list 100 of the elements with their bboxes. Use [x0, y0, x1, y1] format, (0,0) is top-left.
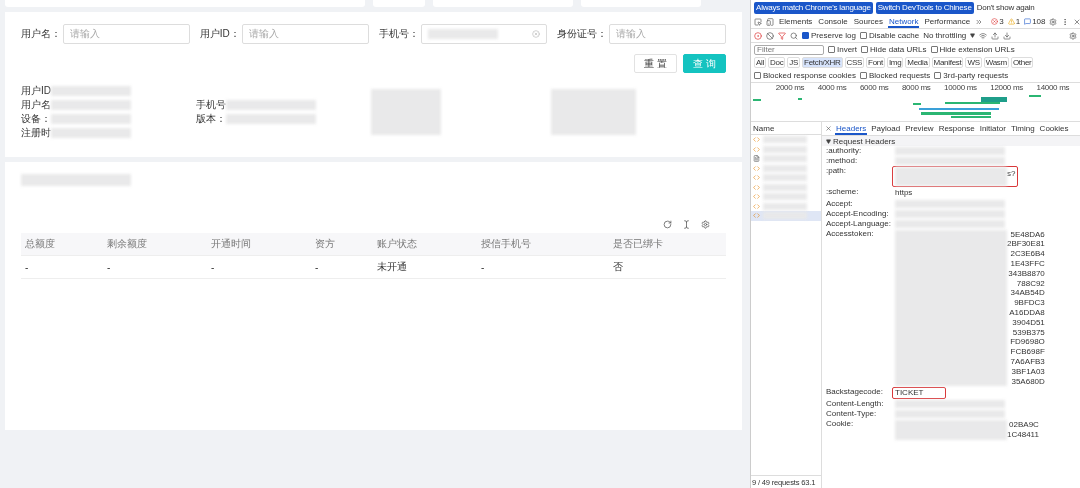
device-icon[interactable]: [766, 17, 774, 26]
header-value-fragment: 35A680D: [1011, 376, 1045, 387]
dismiss-link[interactable]: Don't show again: [976, 3, 1035, 12]
checkbox[interactable]: [859, 32, 867, 39]
detail-tab[interactable]: Initiator: [978, 122, 1007, 135]
error-icon[interactable]: [991, 18, 999, 25]
upload-icon[interactable]: [991, 31, 1000, 40]
type-filter-chip[interactable]: Manifest: [931, 57, 964, 68]
settings-icon[interactable]: [1049, 17, 1058, 26]
timeline-tick: 14000 ms: [1036, 83, 1070, 94]
code-icon[interactable]: [753, 202, 760, 210]
collapse-icon[interactable]: [826, 138, 831, 144]
detail-tab[interactable]: Cookies: [1038, 122, 1070, 135]
close-icon[interactable]: [825, 125, 832, 132]
more-tabs-icon[interactable]: [975, 17, 984, 26]
search-icon[interactable]: [790, 31, 798, 40]
input-field[interactable]: [420, 24, 548, 44]
message-icon[interactable]: [1024, 18, 1032, 25]
detail-tab[interactable]: Preview: [904, 122, 935, 135]
column-header: 授信手机号: [481, 237, 532, 251]
info-label: 注册时: [21, 126, 51, 140]
devtools-tab[interactable]: Sources: [852, 15, 885, 28]
header-value-fragment: 539B375: [1012, 327, 1045, 338]
header-name: Accept-Encoding:: [826, 208, 890, 219]
language-button[interactable]: Switch DevTools to Chinese: [875, 1, 974, 14]
checkbox[interactable]: [934, 72, 942, 79]
reload-icon[interactable]: [663, 220, 672, 229]
type-filter-chip[interactable]: JS: [787, 57, 801, 68]
warning-icon[interactable]: [1007, 18, 1015, 25]
clear-icon[interactable]: [766, 31, 774, 40]
timeline-tick: 4000 ms: [817, 83, 847, 94]
document-icon[interactable]: [753, 155, 760, 163]
code-icon[interactable]: [753, 183, 760, 191]
header-value-fragment: 788C92: [1016, 278, 1045, 289]
code-icon[interactable]: [753, 136, 760, 144]
clear-icon[interactable]: [532, 30, 541, 38]
type-filter-chip[interactable]: Wasm: [983, 57, 1009, 68]
code-icon[interactable]: [753, 193, 760, 201]
header-value: https: [895, 187, 914, 198]
filter-field[interactable]: Filter: [754, 44, 824, 55]
detail-tab[interactable]: Payload: [870, 122, 902, 135]
column-header: Name: [753, 123, 775, 133]
code-icon[interactable]: [753, 212, 760, 220]
type-filter-chip[interactable]: WS: [965, 57, 982, 68]
type-filter-chip[interactable]: Doc: [768, 57, 786, 68]
type-filter-chip[interactable]: Font: [866, 57, 885, 68]
column-header: 总额度: [25, 237, 56, 251]
text-cursor-icon[interactable]: [682, 220, 691, 229]
type-filter-chip[interactable]: All: [754, 57, 766, 68]
table-cell-text: -: [25, 261, 30, 273]
wifi-icon[interactable]: [979, 31, 988, 40]
devtools-tab[interactable]: Elements: [778, 15, 814, 28]
devtools-tab[interactable]: Network: [888, 15, 920, 28]
detail-tab[interactable]: Timing: [1009, 122, 1036, 135]
throttling-dropdown[interactable]: No throttling: [923, 31, 967, 40]
type-filter-chip[interactable]: Other: [1010, 57, 1034, 68]
type-filter-chip[interactable]: Fetch/XHR: [802, 57, 843, 68]
settings-icon[interactable]: [701, 220, 710, 229]
filter-icon[interactable]: [778, 31, 786, 40]
code-icon[interactable]: [753, 174, 760, 182]
header-value-fragment: 5E48DA6: [1010, 229, 1045, 240]
field-label: 手机号：: [378, 27, 419, 41]
detail-tab[interactable]: Response: [937, 122, 976, 135]
timeline-tick: 12000 ms: [990, 83, 1023, 94]
checkbox-label: Hide data URLs: [870, 45, 927, 54]
header-value-fragment: 1E43FFC: [1010, 259, 1045, 269]
header-value-fragment: 2BF30E81: [1007, 239, 1045, 250]
dropdown-icon[interactable]: [970, 33, 976, 38]
checkbox[interactable]: [861, 46, 868, 53]
checkbox[interactable]: [930, 46, 938, 53]
type-filter-chip[interactable]: CSS: [844, 57, 865, 68]
checkbox-label: Invert: [837, 45, 857, 54]
devtools-tab[interactable]: Console: [817, 15, 849, 28]
header-name: :path:: [826, 166, 847, 177]
reset-button[interactable]: 重 置: [634, 54, 678, 73]
info-label: 版本：: [196, 112, 226, 126]
devtools-tab[interactable]: Performance: [923, 15, 972, 28]
code-icon[interactable]: [753, 145, 760, 153]
settings-icon[interactable]: [1069, 31, 1077, 40]
close-icon[interactable]: [1073, 17, 1080, 26]
type-filter-chip[interactable]: Img: [886, 57, 904, 68]
detail-tab[interactable]: Headers: [835, 122, 868, 135]
language-button[interactable]: Always match Chrome's language: [754, 1, 873, 14]
checkbox-label: Blocked response cookies: [763, 71, 856, 80]
checkbox[interactable]: [859, 72, 867, 79]
inspect-icon[interactable]: [754, 17, 762, 26]
error-count: 3: [999, 17, 1004, 26]
info-label: 用户名: [21, 98, 51, 112]
record-icon[interactable]: [754, 31, 762, 40]
checkbox[interactable]: [754, 72, 761, 79]
code-icon[interactable]: [753, 164, 760, 172]
checkbox[interactable]: [802, 32, 809, 39]
info-label: 用户ID: [21, 84, 51, 98]
header-name: :method:: [826, 156, 859, 166]
checkbox-label: Hide extension URLs: [939, 45, 1015, 54]
header-value-fragment: FD9698O: [1010, 337, 1045, 348]
download-icon[interactable]: [1003, 31, 1012, 40]
header-name: :authority:: [826, 146, 863, 156]
checkbox[interactable]: [828, 46, 835, 53]
type-filter-chip[interactable]: Media: [905, 57, 930, 68]
